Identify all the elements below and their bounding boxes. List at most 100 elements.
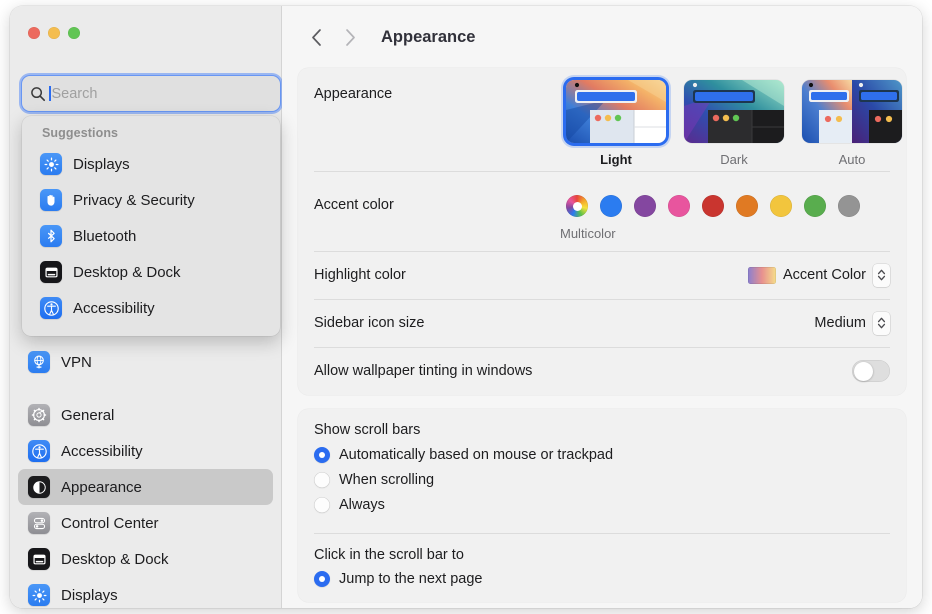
accent-color-label: Accent color bbox=[314, 197, 394, 213]
radio-option-automatic[interactable]: Automatically based on mouse or trackpad bbox=[314, 442, 890, 467]
radio-label: When scrolling bbox=[339, 471, 435, 488]
sidebar-item-appearance[interactable]: Appearance bbox=[18, 469, 273, 505]
suggestion-item-displays[interactable]: Displays bbox=[22, 146, 280, 182]
traffic-lights bbox=[28, 27, 80, 39]
suggestion-label: Displays bbox=[73, 155, 130, 173]
show-scroll-bars-group: Show scroll bars Automatically based on … bbox=[298, 409, 906, 527]
back-button[interactable] bbox=[299, 22, 333, 52]
radio-button[interactable] bbox=[314, 496, 330, 513]
theme-option-dark[interactable]: Dark bbox=[684, 80, 784, 167]
minimize-button[interactable] bbox=[48, 27, 60, 39]
sidebar-icon-size-popup[interactable]: Medium bbox=[814, 311, 890, 335]
accent-selected-name: Multicolor bbox=[560, 226, 616, 241]
zoom-button[interactable] bbox=[68, 27, 80, 39]
theme-option-light[interactable]: Light bbox=[566, 80, 666, 167]
vpn-icon bbox=[28, 351, 50, 373]
radio-button[interactable] bbox=[314, 571, 330, 587]
appearance-theme-row: Appearance Light Dark Auto bbox=[298, 68, 906, 171]
detail-pane: Appearance Appearance Light Dark Auto Ac… bbox=[282, 6, 922, 608]
forward-button[interactable] bbox=[333, 22, 367, 52]
radio-option-when-scrolling[interactable]: When scrolling bbox=[314, 467, 890, 492]
accent-swatch-green[interactable] bbox=[804, 195, 826, 217]
chevron-left-icon bbox=[311, 28, 321, 46]
appearance-settings-card: Appearance Light Dark Auto Accent color … bbox=[298, 68, 906, 395]
suggestion-item-bluetooth[interactable]: Bluetooth bbox=[22, 218, 280, 254]
radio-button[interactable] bbox=[314, 446, 330, 463]
suggestion-item-desktop-dock[interactable]: Desktop & Dock bbox=[22, 254, 280, 290]
wallpaper-tinting-row: Allow wallpaper tinting in windows bbox=[298, 347, 906, 395]
toggle-knob bbox=[853, 361, 873, 381]
theme-label: Light bbox=[600, 152, 632, 167]
sidebar-item-general[interactable]: General bbox=[18, 397, 273, 433]
theme-thumbnail-light bbox=[566, 80, 666, 143]
search-placeholder: Search bbox=[51, 85, 98, 102]
page-title: Appearance bbox=[381, 27, 476, 46]
privacy-hand-icon bbox=[40, 189, 62, 211]
appearance-icon bbox=[28, 476, 50, 498]
accessibility-icon bbox=[28, 440, 50, 462]
theme-option-auto[interactable]: Auto bbox=[802, 80, 902, 167]
search-suggestions-popover: Suggestions Displays Privacy & Security … bbox=[22, 116, 280, 336]
chevron-updown-icon bbox=[873, 311, 890, 335]
suggestion-item-privacy-security[interactable]: Privacy & Security bbox=[22, 182, 280, 218]
radio-label: Automatically based on mouse or trackpad bbox=[339, 446, 614, 463]
accent-swatch-yellow[interactable] bbox=[770, 195, 792, 217]
appearance-label: Appearance bbox=[314, 86, 393, 102]
sidebar-item-displays[interactable]: Displays bbox=[18, 577, 273, 608]
sidebar-item-label: Appearance bbox=[61, 478, 142, 496]
highlight-color-row: Highlight color Accent Color bbox=[298, 251, 906, 299]
theme-thumbnail-auto bbox=[802, 80, 902, 143]
radio-label: Jump to the next page bbox=[339, 571, 483, 587]
click-scroll-bar-title: Click in the scroll bar to bbox=[314, 546, 464, 563]
radio-option-jump-next-page[interactable]: Jump to the next page bbox=[314, 567, 890, 592]
displays-icon bbox=[28, 584, 50, 606]
chevron-right-icon bbox=[345, 28, 355, 46]
theme-options: Light Dark Auto bbox=[566, 80, 902, 167]
accent-swatch-graphite[interactable] bbox=[838, 195, 860, 217]
theme-label: Auto bbox=[838, 152, 866, 167]
bluetooth-icon bbox=[40, 225, 62, 247]
sidebar-group-divider bbox=[10, 380, 281, 397]
accent-swatch-red[interactable] bbox=[702, 195, 724, 217]
accessibility-icon bbox=[40, 297, 62, 319]
displays-icon bbox=[40, 153, 62, 175]
suggestion-label: Privacy & Security bbox=[73, 191, 195, 209]
radio-option-always[interactable]: Always bbox=[314, 492, 890, 517]
sidebar-item-accessibility[interactable]: Accessibility bbox=[18, 433, 273, 469]
control-center-icon bbox=[28, 512, 50, 534]
sidebar-item-control-center[interactable]: Control Center bbox=[18, 505, 273, 541]
sidebar-icon-size-value: Medium bbox=[814, 315, 866, 331]
desktop-dock-icon bbox=[40, 261, 62, 283]
sidebar-item-label: VPN bbox=[61, 353, 92, 371]
wallpaper-tinting-toggle[interactable] bbox=[852, 360, 890, 382]
desktop-dock-icon bbox=[28, 548, 50, 570]
sidebar-icon-size-label: Sidebar icon size bbox=[314, 315, 425, 331]
highlight-color-label: Highlight color bbox=[314, 267, 406, 283]
accent-swatch-purple[interactable] bbox=[634, 195, 656, 217]
sidebar: Search Suggestions Displays Privacy & Se… bbox=[10, 6, 282, 608]
show-scroll-bars-title: Show scroll bars bbox=[314, 422, 421, 438]
close-button[interactable] bbox=[28, 27, 40, 39]
accent-swatch-blue[interactable] bbox=[600, 195, 622, 217]
accent-swatch-multicolor[interactable] bbox=[566, 195, 588, 217]
sidebar-item-vpn[interactable]: VPN bbox=[18, 344, 273, 380]
search-field[interactable]: Search bbox=[22, 76, 280, 111]
text-caret bbox=[49, 86, 51, 101]
highlight-color-popup[interactable]: Accent Color bbox=[747, 263, 890, 287]
wallpaper-tinting-label: Allow wallpaper tinting in windows bbox=[314, 363, 533, 379]
radio-button[interactable] bbox=[314, 471, 330, 488]
accent-color-row: Accent color Multicolor bbox=[298, 171, 906, 251]
general-gear-icon bbox=[28, 404, 50, 426]
search-icon bbox=[31, 86, 46, 101]
sidebar-item-label: General bbox=[61, 406, 115, 424]
accent-swatch-pink[interactable] bbox=[668, 195, 690, 217]
system-settings-window: Search Suggestions Displays Privacy & Se… bbox=[10, 6, 922, 608]
sidebar-icon-size-row: Sidebar icon size Medium bbox=[298, 299, 906, 347]
sidebar-item-desktop-dock[interactable]: Desktop & Dock bbox=[18, 541, 273, 577]
theme-label: Dark bbox=[720, 152, 748, 167]
sidebar-item-label: Control Center bbox=[61, 514, 159, 532]
suggestion-item-accessibility[interactable]: Accessibility bbox=[22, 290, 280, 326]
accent-swatch-orange[interactable] bbox=[736, 195, 758, 217]
click-scroll-bar-group: Click in the scroll bar to Jump to the n… bbox=[298, 534, 906, 602]
accent-color-chip bbox=[747, 266, 776, 284]
